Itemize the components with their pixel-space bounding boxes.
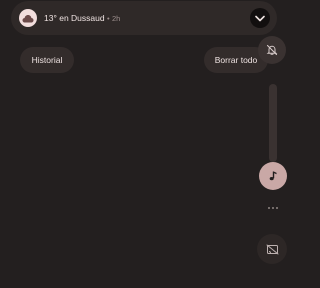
notification-title: 13° en Dussaud <box>44 13 105 23</box>
ringer-mode-button[interactable] <box>258 36 286 64</box>
notification-separator: • <box>106 14 110 23</box>
history-button[interactable]: Historial <box>20 47 74 73</box>
notification-time: 2h <box>111 14 121 23</box>
media-volume-thumb[interactable] <box>259 162 287 190</box>
expand-button[interactable] <box>250 8 270 28</box>
media-volume-slider[interactable] <box>269 84 277 162</box>
more-horizontal-icon <box>268 207 270 209</box>
cast-button[interactable] <box>257 234 287 264</box>
more-options-button[interactable] <box>262 201 284 215</box>
weather-notification[interactable]: 13° en Dussaud • 2h <box>11 1 277 35</box>
chevron-down-icon <box>255 15 265 21</box>
cloud-icon <box>19 9 37 27</box>
bell-off-icon <box>266 44 278 56</box>
music-note-icon <box>269 171 277 181</box>
notification-text: 13° en Dussaud • 2h <box>44 12 120 25</box>
cast-off-icon <box>266 244 278 254</box>
